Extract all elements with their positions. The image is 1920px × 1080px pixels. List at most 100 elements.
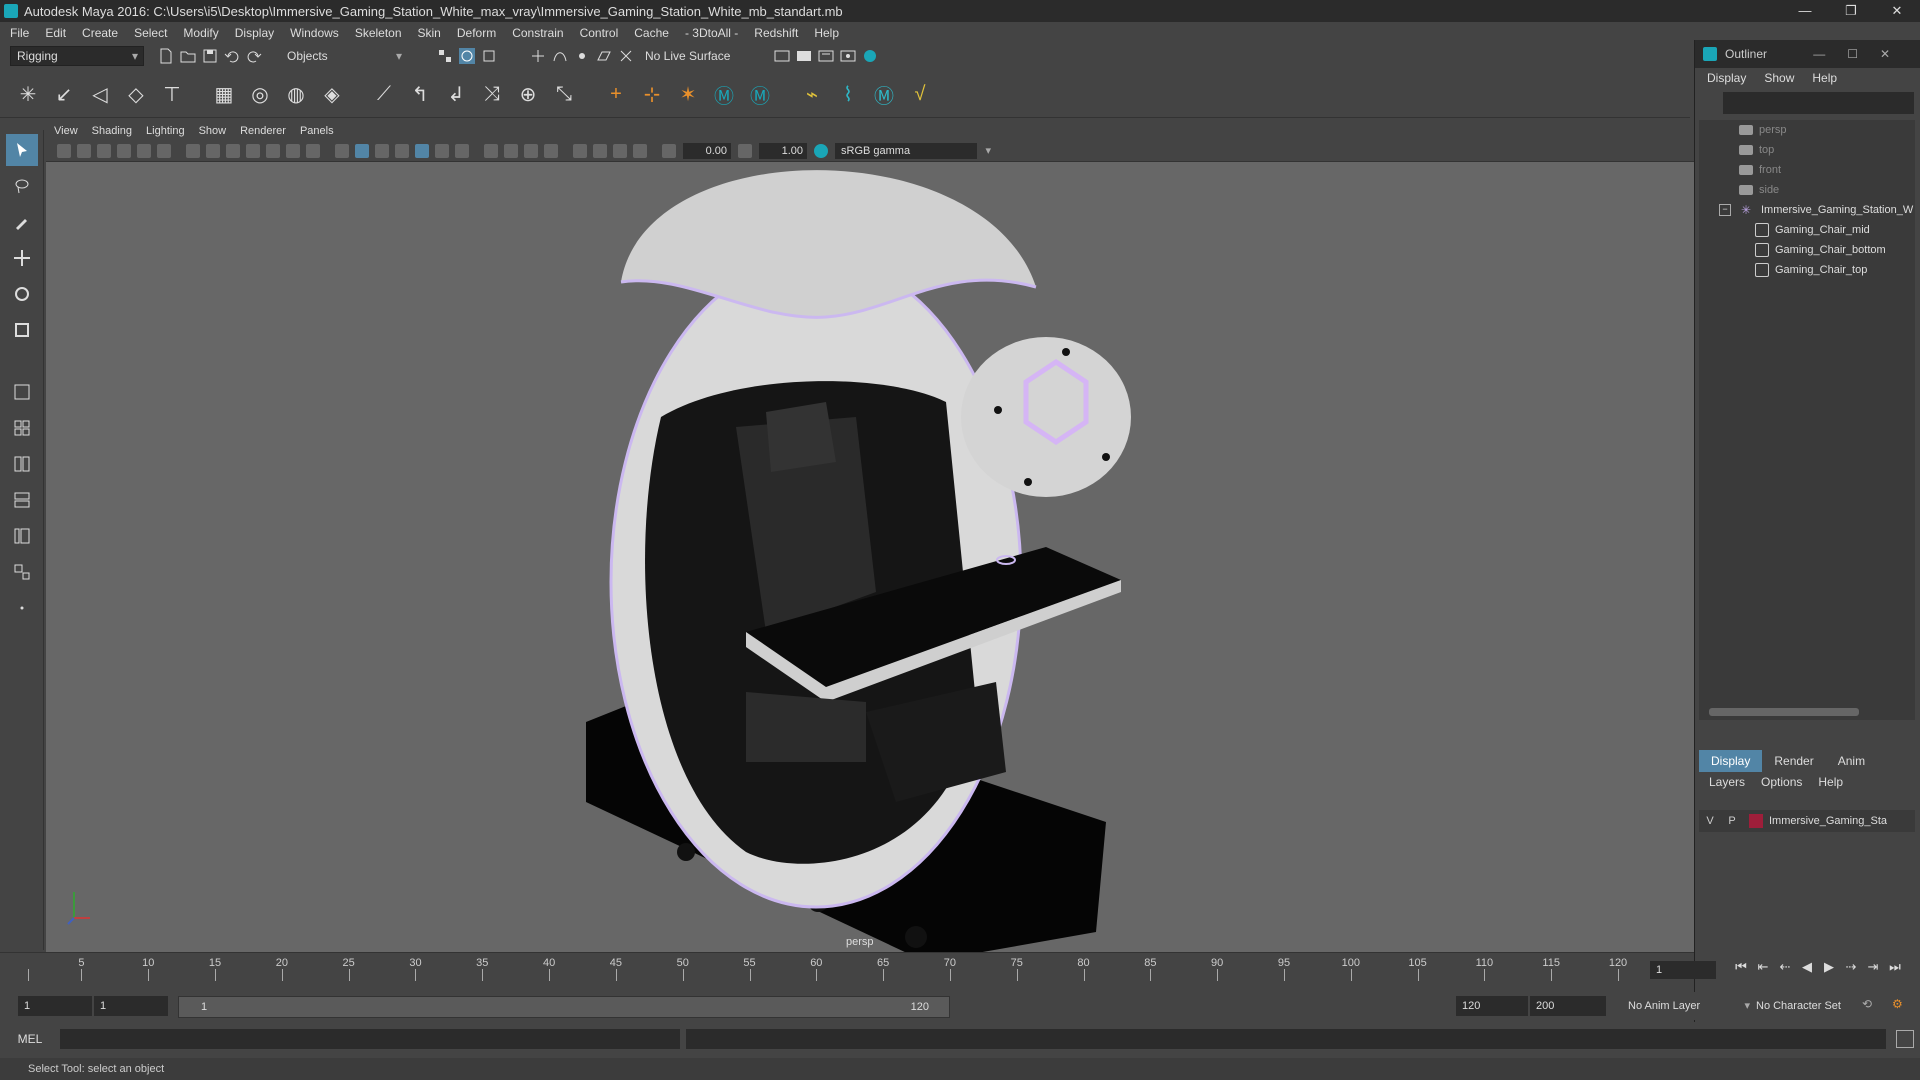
script-editor-icon[interactable] — [1896, 1030, 1914, 1048]
film-gate-icon[interactable] — [206, 143, 220, 158]
custom-layout-icon[interactable] — [6, 592, 38, 624]
menu-modify[interactable]: Modify — [183, 26, 218, 40]
layer-menu-options[interactable]: Options — [1761, 775, 1802, 789]
grid-icon[interactable] — [186, 143, 200, 158]
joint-tool-icon[interactable]: ✳ — [14, 81, 42, 109]
panel-menu-shading[interactable]: Shading — [92, 125, 132, 137]
screen-space-ao-icon[interactable] — [484, 143, 498, 158]
anim-layer-dropdown[interactable]: No Anim Layer ▾ — [1622, 996, 1754, 1016]
resolution-gate-icon[interactable] — [226, 143, 240, 158]
undo-icon[interactable] — [224, 48, 240, 64]
menu-control[interactable]: Control — [580, 26, 619, 40]
menu-3dtoall[interactable]: - 3DtoAll - — [685, 26, 738, 40]
outliner-item-top[interactable]: top — [1699, 140, 1915, 160]
menu-constrain[interactable]: Constrain — [512, 26, 563, 40]
collapse-icon[interactable]: − — [1719, 204, 1731, 216]
ik-handle-icon[interactable]: ↙ — [50, 81, 78, 109]
display-layer-row[interactable]: V P Immersive_Gaming_Sta — [1699, 810, 1915, 832]
outliner-item-front[interactable]: front — [1699, 160, 1915, 180]
playback-end-field[interactable]: 120 — [1456, 996, 1528, 1016]
rigid-bind-icon[interactable]: ↲ — [442, 81, 470, 109]
step-forward-key-button[interactable]: ⇥ — [1862, 959, 1884, 975]
layer-color-swatch[interactable] — [1749, 814, 1763, 828]
isolate-select-icon[interactable] — [573, 143, 587, 158]
tab-display[interactable]: Display — [1699, 750, 1763, 772]
parent-constraint-icon[interactable]: Ⓜ — [710, 81, 738, 109]
menu-help[interactable]: Help — [814, 26, 839, 40]
auto-key-icon[interactable]: ⟲ — [1862, 997, 1872, 1011]
time-slider[interactable]: 5 10 15 20 25 30 35 40 45 50 55 60 65 70 75 80 85 90 95 100… — [0, 952, 1901, 990]
select-camera-icon[interactable] — [57, 143, 71, 158]
shadows-icon[interactable] — [455, 143, 469, 158]
select-tool-icon[interactable] — [6, 134, 38, 166]
exposure-field[interactable]: 0.00 — [683, 142, 731, 159]
detach-skin-icon[interactable]: ⤡ — [550, 81, 578, 109]
outliner-item-persp[interactable]: persp — [1699, 120, 1915, 140]
outliner-item-chair-bottom[interactable]: Gaming_Chair_bottom — [1699, 240, 1915, 260]
outliner-menu-display[interactable]: Display — [1707, 71, 1746, 85]
interactive-bind-icon[interactable]: ⊕ — [514, 81, 542, 109]
selection-mode-dropdown[interactable]: Objects — [281, 47, 407, 65]
scale-tool-icon[interactable] — [6, 314, 38, 346]
close-button[interactable]: ✕ — [1874, 0, 1920, 22]
outliner-window-controls[interactable]: —☐✕ — [1813, 47, 1912, 61]
menu-select[interactable]: Select — [134, 26, 167, 40]
select-by-hierarchy-icon[interactable] — [437, 48, 453, 64]
outliner-h-scrollbar[interactable] — [1709, 708, 1859, 716]
image-plane-icon[interactable] — [117, 143, 131, 158]
render-settings-icon[interactable] — [840, 48, 856, 64]
xray-active-components-icon[interactable] — [613, 143, 627, 158]
minimize-button[interactable]: — — [1782, 0, 1828, 22]
field-chart-icon[interactable] — [266, 143, 280, 158]
wire-icon[interactable]: ◈ — [318, 81, 346, 109]
save-scene-icon[interactable] — [202, 48, 218, 64]
animation-start-field[interactable]: 1 — [18, 996, 92, 1016]
scale-constraint-icon[interactable]: Ⓜ — [746, 81, 774, 109]
cluster-icon[interactable]: ◎ — [246, 81, 274, 109]
hypershade-icon[interactable] — [862, 48, 878, 64]
snap-curve-icon[interactable] — [552, 48, 568, 64]
gamma-field[interactable]: 1.00 — [759, 142, 807, 159]
restore-button[interactable]: ❐ — [1828, 0, 1874, 22]
render-view-icon[interactable] — [774, 48, 790, 64]
character-set-dropdown[interactable]: No Character Set — [1750, 996, 1876, 1016]
preferences-icon[interactable]: ⚙ — [1892, 997, 1903, 1011]
layer-menu-layers[interactable]: Layers — [1709, 775, 1745, 789]
tab-render[interactable]: Render — [1762, 750, 1825, 772]
wireframe-icon[interactable] — [335, 143, 349, 158]
snap-point-icon[interactable] — [574, 48, 590, 64]
animation-end-field[interactable]: 200 — [1530, 996, 1606, 1016]
select-by-object-icon[interactable] — [459, 48, 475, 64]
blend-shape-icon[interactable]: ⌁ — [798, 81, 826, 109]
persp-outliner-layout-icon[interactable] — [6, 484, 38, 516]
menu-redshift[interactable]: Redshift — [754, 26, 798, 40]
redo-icon[interactable] — [246, 48, 262, 64]
play-backward-button[interactable]: ◀ — [1796, 959, 1818, 975]
cluster-deformer-icon[interactable]: ⌇ — [834, 81, 862, 109]
panel-menu-renderer[interactable]: Renderer — [240, 125, 286, 137]
step-forward-frame-button[interactable]: ⇢ — [1840, 959, 1862, 975]
safe-action-icon[interactable] — [286, 143, 300, 158]
bookmarks-icon[interactable] — [97, 143, 111, 158]
paint-skin-weights-icon[interactable]: ⤨ — [478, 81, 506, 109]
ik-spline-icon[interactable]: ◁ — [86, 81, 114, 109]
layer-menu-help[interactable]: Help — [1818, 775, 1843, 789]
camera-attributes-icon[interactable] — [77, 143, 91, 158]
xray-icon[interactable] — [593, 143, 607, 158]
use-default-material-icon[interactable] — [375, 143, 389, 158]
menu-set-dropdown[interactable]: Rigging — [10, 46, 144, 66]
panel-menu-view[interactable]: View — [54, 125, 78, 137]
smooth-bind-icon[interactable]: ↰ — [406, 81, 434, 109]
menu-file[interactable]: File — [10, 26, 29, 40]
wrap-icon[interactable]: ◍ — [282, 81, 310, 109]
outliner-item-group[interactable]: − ✳ Immersive_Gaming_Station_W — [1699, 200, 1915, 220]
outliner-menu-show[interactable]: Show — [1764, 71, 1794, 85]
xray-joints-icon[interactable] — [633, 143, 647, 158]
layer-playback-toggle[interactable]: P — [1721, 815, 1743, 827]
open-scene-icon[interactable] — [180, 48, 196, 64]
gate-mask-icon[interactable] — [246, 143, 260, 158]
outliner-item-side[interactable]: side — [1699, 180, 1915, 200]
rotate-tool-icon[interactable] — [6, 278, 38, 310]
range-bar[interactable]: 1 120 — [178, 996, 950, 1018]
panel-menu-show[interactable]: Show — [199, 125, 227, 137]
